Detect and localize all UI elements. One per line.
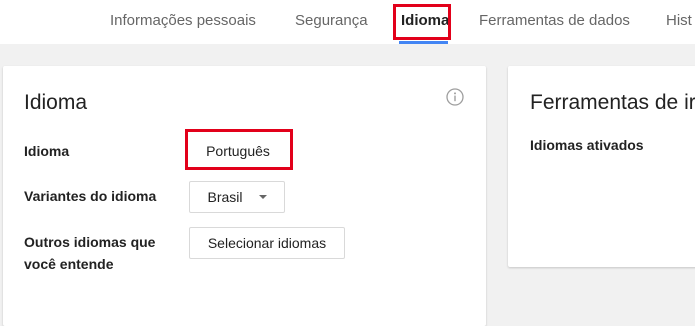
- other-languages-label-line2: você entende: [24, 256, 114, 272]
- tab-personal-info[interactable]: Informações pessoais: [110, 12, 256, 30]
- language-card-title: Idioma: [24, 91, 88, 114]
- select-languages-button[interactable]: Selecionar idiomas: [189, 227, 345, 259]
- info-icon[interactable]: [446, 88, 464, 106]
- variants-value: Brasil: [207, 189, 243, 205]
- language-label: Idioma: [24, 143, 70, 159]
- active-tab-indicator: [399, 41, 448, 44]
- chevron-down-icon: [258, 195, 267, 199]
- language-value: Português: [206, 143, 270, 159]
- data-tools-card-title: Ferramentas de ir: [530, 91, 695, 114]
- tab-language[interactable]: Idioma: [401, 12, 449, 30]
- variants-dropdown[interactable]: Brasil: [189, 181, 285, 213]
- tab-history[interactable]: Hist: [666, 12, 692, 30]
- tab-security[interactable]: Segurança: [295, 12, 368, 30]
- enabled-languages-label: Idiomas ativados: [530, 137, 644, 153]
- language-select[interactable]: Português: [190, 135, 286, 167]
- variants-label: Variantes do idioma: [24, 188, 157, 204]
- tab-data-tools[interactable]: Ferramentas de dados: [479, 12, 630, 30]
- other-languages-label-line1: Outros idiomas que: [24, 234, 156, 250]
- select-languages-label: Selecionar idiomas: [207, 235, 327, 251]
- info-icon-graphic: [446, 88, 464, 106]
- top-navigation: Informações pessoais Segurança Idioma Fe…: [0, 0, 695, 44]
